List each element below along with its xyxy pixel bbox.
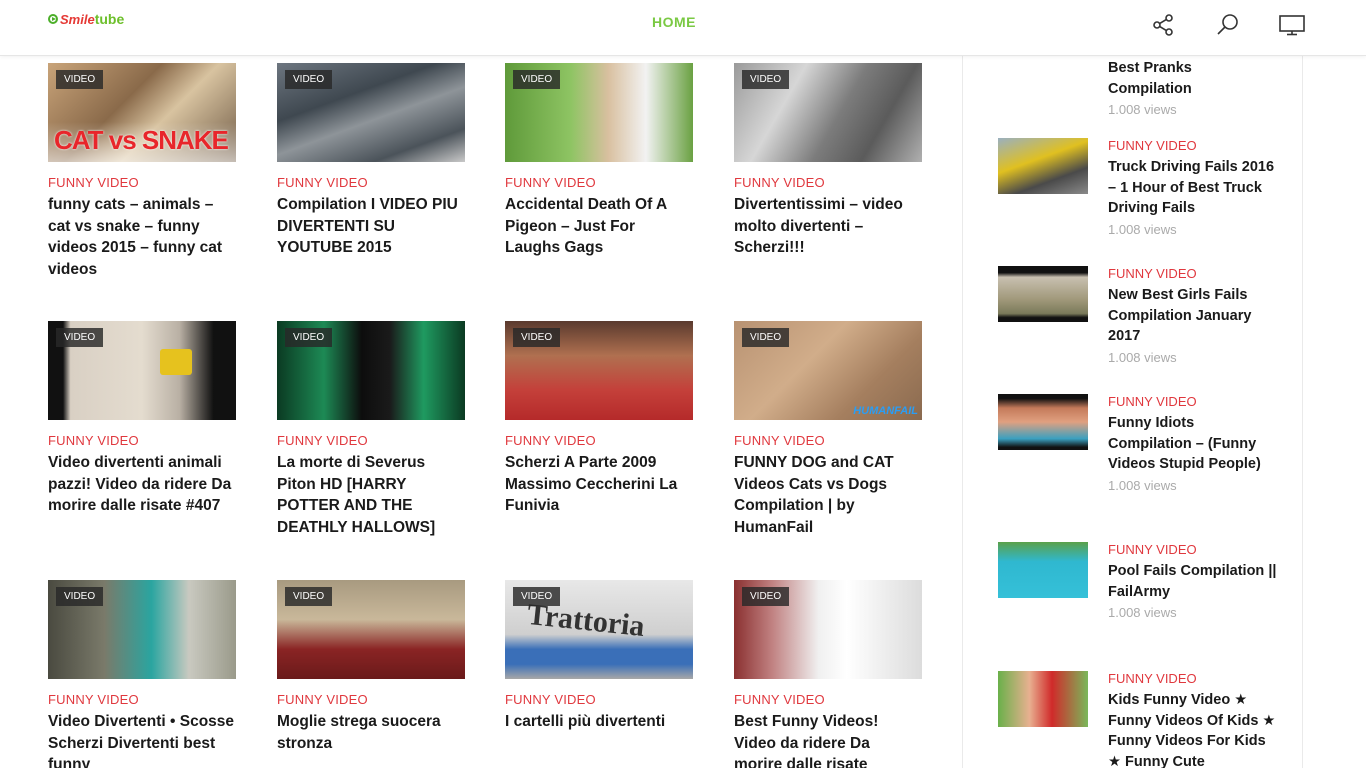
video-thumbnail[interactable]: VIDEO [505, 321, 693, 420]
video-thumbnail[interactable]: VIDEO [48, 321, 236, 420]
sidebar-item-views: 1.008 views [1108, 477, 1177, 493]
video-title[interactable]: Scherzi A Parte 2009 Massimo Ceccherini … [505, 452, 693, 517]
nav-home-link[interactable]: HOME [652, 14, 696, 30]
video-thumbnail[interactable]: CAT vs SNAKE VIDEO [48, 63, 236, 162]
video-thumbnail[interactable]: VIDEO [277, 580, 465, 679]
sidebar-popular-videos: Best Pranks Compilation 1.008 views FUNN… [962, 56, 1303, 768]
thumb-watermark: HUMANFAIL [853, 405, 918, 417]
video-card[interactable]: VIDEO FUNNY VIDEO Compilation I VIDEO PI… [277, 63, 465, 259]
video-badge: VIDEO [513, 587, 561, 606]
sidebar-item-category[interactable]: FUNNY VIDEO [1108, 138, 1278, 153]
video-title[interactable]: Divertentissimi – video molto divertenti… [734, 194, 922, 259]
video-card[interactable]: VIDEO FUNNY VIDEO La morte di Severus Pi… [277, 321, 465, 538]
video-category[interactable]: FUNNY VIDEO [505, 692, 693, 707]
sidebar-item-category[interactable]: FUNNY VIDEO [1108, 671, 1278, 686]
video-badge: VIDEO [513, 328, 561, 347]
sidebar-item-views: 1.008 views [1108, 221, 1177, 237]
video-badge: VIDEO [742, 328, 790, 347]
video-title[interactable]: funny cats – animals – cat vs snake – fu… [48, 194, 236, 280]
video-category[interactable]: FUNNY VIDEO [48, 692, 236, 707]
sidebar-item-title[interactable]: Funny Idiots Compilation – (Funny Videos… [1108, 413, 1278, 475]
sidebar-item-category[interactable]: FUNNY VIDEO [1108, 394, 1278, 409]
video-badge: VIDEO [513, 70, 561, 89]
video-thumbnail[interactable]: HUMANFAIL VIDEO [734, 321, 922, 420]
video-grid: CAT vs SNAKE VIDEO FUNNY VIDEO funny cat… [48, 63, 928, 768]
video-category[interactable]: FUNNY VIDEO [277, 433, 465, 448]
logo-tube-text: tube [94, 11, 125, 27]
video-card[interactable]: VIDEO FUNNY VIDEO Best Funny Videos! Vid… [734, 580, 922, 768]
video-thumbnail[interactable]: VIDEO [734, 580, 922, 679]
sidebar-item-views: 1.008 views [1108, 605, 1177, 620]
video-category[interactable]: FUNNY VIDEO [277, 175, 465, 190]
video-card[interactable]: HUMANFAIL VIDEO FUNNY VIDEO FUNNY DOG an… [734, 321, 922, 538]
video-card[interactable]: Trattoria VIDEO FUNNY VIDEO I cartelli p… [505, 580, 693, 733]
thumb-object [160, 349, 192, 375]
video-category[interactable]: FUNNY VIDEO [734, 692, 922, 707]
video-thumbnail[interactable]: VIDEO [48, 580, 236, 679]
sidebar-thumbnail[interactable] [998, 394, 1088, 450]
sidebar-item-title[interactable]: Truck Driving Fails 2016 – 1 Hour of Bes… [1108, 157, 1278, 219]
sidebar-thumbnail[interactable] [998, 671, 1088, 727]
search-icon[interactable] [1213, 10, 1243, 40]
video-category[interactable]: FUNNY VIDEO [48, 175, 236, 190]
video-badge: VIDEO [56, 328, 104, 347]
top-header: Smile tube HOME [0, 0, 1366, 56]
sidebar-thumbnail[interactable] [998, 266, 1088, 322]
monitor-icon[interactable] [1277, 10, 1307, 40]
video-category[interactable]: FUNNY VIDEO [48, 433, 236, 448]
video-badge: VIDEO [285, 587, 333, 606]
video-category[interactable]: FUNNY VIDEO [505, 433, 693, 448]
video-card[interactable]: VIDEO FUNNY VIDEO Moglie strega suocera … [277, 580, 465, 754]
sidebar-item-title[interactable]: Pool Fails Compilation || FailArmy [1108, 561, 1278, 602]
video-badge: VIDEO [285, 70, 333, 89]
video-title[interactable]: Compilation I VIDEO PIU DIVERTENTI SU YO… [277, 194, 465, 259]
site-logo[interactable]: Smile tube [48, 11, 124, 27]
video-card[interactable]: CAT vs SNAKE VIDEO FUNNY VIDEO funny cat… [48, 63, 236, 280]
thumb-caption: CAT vs SNAKE [54, 125, 229, 155]
video-category[interactable]: FUNNY VIDEO [277, 692, 465, 707]
video-title[interactable]: Accidental Death Of A Pigeon – Just For … [505, 194, 693, 259]
video-title[interactable]: Video Divertenti • Scosse Scherzi Divert… [48, 711, 236, 768]
video-card[interactable]: VIDEO FUNNY VIDEO Scherzi A Parte 2009 M… [505, 321, 693, 517]
video-title[interactable]: Best Funny Videos! Video da ridere Da mo… [734, 711, 922, 768]
sidebar-item-title[interactable]: New Best Girls Fails Compilation January… [1108, 285, 1278, 347]
video-thumbnail[interactable]: VIDEO [277, 321, 465, 420]
sidebar-item-views: 1.008 views [1108, 102, 1177, 117]
video-category[interactable]: FUNNY VIDEO [734, 433, 922, 448]
video-title[interactable]: FUNNY DOG and CAT Videos Cats vs Dogs Co… [734, 452, 922, 538]
video-card[interactable]: VIDEO FUNNY VIDEO Divertentissimi – vide… [734, 63, 922, 259]
video-badge: VIDEO [285, 328, 333, 347]
sidebar-item-category[interactable]: FUNNY VIDEO [1108, 542, 1278, 557]
video-thumbnail[interactable]: VIDEO [277, 63, 465, 162]
sidebar-item-views: 1.008 views [1108, 349, 1177, 365]
video-thumbnail[interactable]: Trattoria VIDEO [505, 580, 693, 679]
video-card[interactable]: VIDEO FUNNY VIDEO Video divertenti anima… [48, 321, 236, 517]
video-badge: VIDEO [56, 587, 104, 606]
sidebar-item-category[interactable]: FUNNY VIDEO [1108, 266, 1278, 281]
video-badge: VIDEO [742, 70, 790, 89]
video-badge: VIDEO [742, 587, 790, 606]
logo-smile-text: Smile [60, 11, 95, 27]
play-icon [48, 14, 58, 24]
video-thumbnail[interactable]: VIDEO [505, 63, 693, 162]
video-title[interactable]: Video divertenti animali pazzi! Video da… [48, 452, 236, 517]
video-card[interactable]: VIDEO FUNNY VIDEO Video Divertenti • Sco… [48, 580, 236, 768]
video-category[interactable]: FUNNY VIDEO [505, 175, 693, 190]
share-icon[interactable] [1148, 10, 1178, 40]
video-category[interactable]: FUNNY VIDEO [734, 175, 922, 190]
video-badge: VIDEO [56, 70, 104, 89]
video-title[interactable]: I cartelli più divertenti [505, 711, 693, 733]
video-title[interactable]: Moglie strega suocera stronza [277, 711, 465, 754]
video-title[interactable]: La morte di Severus Piton HD [HARRY POTT… [277, 452, 465, 538]
sidebar-item-title[interactable]: Best Pranks Compilation [1108, 58, 1278, 99]
video-thumbnail[interactable]: VIDEO [734, 63, 922, 162]
video-card[interactable]: VIDEO FUNNY VIDEO Accidental Death Of A … [505, 63, 693, 259]
sidebar-thumbnail[interactable] [998, 138, 1088, 194]
sidebar-thumbnail[interactable] [998, 542, 1088, 598]
sidebar-item-title[interactable]: Kids Funny Video ★ Funny Videos Of Kids … [1108, 690, 1278, 768]
